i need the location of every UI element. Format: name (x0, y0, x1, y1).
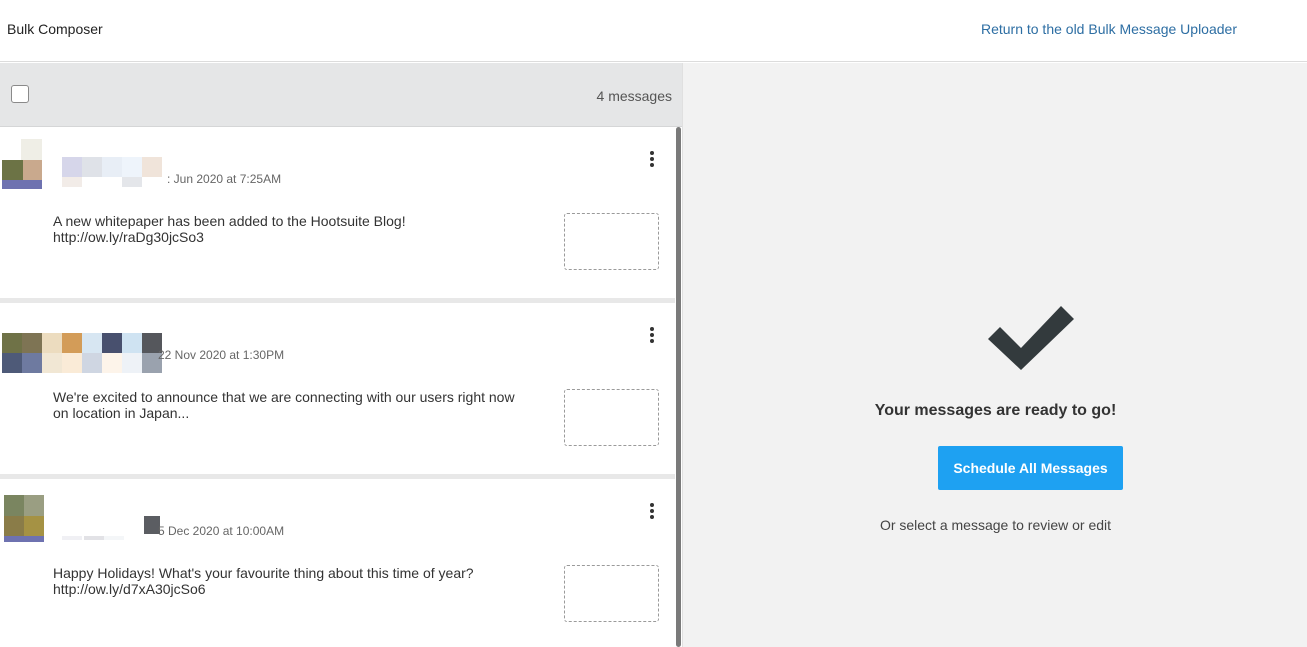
message-list: : Jun 2020 at 7:25AM A new whitepaper ha… (0, 127, 675, 647)
message-text: A new whitepaper has been added to the H… (53, 213, 406, 245)
message-card[interactable]: 22 Nov 2020 at 1:30PM We're excited to a… (0, 303, 675, 479)
message-timestamp: 22 Nov 2020 at 1:30PM (158, 348, 285, 362)
select-hint: Or select a message to review or edit (879, 517, 1112, 533)
list-scrollbar[interactable] (676, 127, 681, 647)
more-options-icon[interactable] (646, 503, 658, 521)
add-media-slot[interactable] (564, 213, 659, 270)
message-card[interactable]: 5 Dec 2020 at 10:00AM Happy Holidays! Wh… (0, 479, 675, 647)
message-list-pane: 4 messages : Jun 2020 at 7:25AM A new wh… (0, 63, 682, 647)
more-options-icon[interactable] (646, 327, 658, 345)
schedule-all-button[interactable]: Schedule All Messages (938, 446, 1123, 490)
list-toolbar: 4 messages (0, 63, 682, 127)
select-all-checkbox[interactable] (11, 85, 29, 103)
ready-message: Your messages are ready to go! (874, 402, 1117, 419)
return-to-old-uploader-link[interactable]: Return to the old Bulk Message Uploader (981, 21, 1237, 37)
page-title: Bulk Composer (7, 21, 103, 37)
add-media-slot[interactable] (564, 565, 659, 622)
message-count: 4 messages (596, 88, 672, 104)
top-header: Bulk Composer Return to the old Bulk Mes… (0, 0, 1307, 62)
add-media-slot[interactable] (564, 389, 659, 446)
message-text: Happy Holidays! What's your favourite th… (53, 565, 474, 597)
message-timestamp: 5 Dec 2020 at 10:00AM (158, 524, 285, 538)
message-card[interactable]: : Jun 2020 at 7:25AM A new whitepaper ha… (0, 127, 675, 303)
status-panel: Your messages are ready to go! Schedule … (682, 63, 1307, 647)
message-text: We're excited to announce that we are co… (53, 389, 515, 421)
message-timestamp: : Jun 2020 at 7:25AM (167, 172, 282, 186)
more-options-icon[interactable] (646, 151, 658, 169)
checkmark-icon (988, 306, 1074, 370)
